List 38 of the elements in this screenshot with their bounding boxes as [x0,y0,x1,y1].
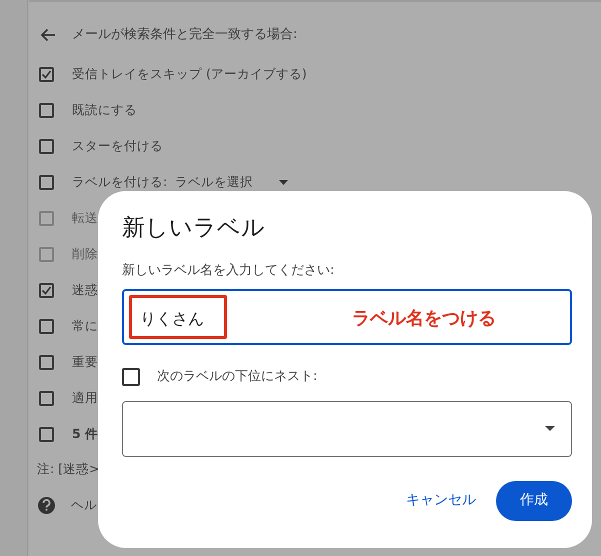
checkbox[interactable] [39,102,54,118]
option-label: 転送 [72,212,98,224]
option-label: ラベルを付ける: [72,176,168,188]
option-label: 迷惑 [72,284,98,296]
checkbox[interactable] [39,66,54,82]
note-text: 注: [迷惑> [37,460,100,478]
back-arrow-icon[interactable] [40,28,56,42]
option-label: 5 件 [72,428,98,440]
checkbox[interactable] [39,426,54,442]
option-label: 重要 [72,356,98,368]
help-icon[interactable] [38,496,55,514]
option-label: スターを付ける [72,140,163,152]
option-label: 受信トレイをスキップ (アーカイブする) [72,68,307,80]
label-name-field[interactable]: りくさん ラベル名をつける [122,289,572,346]
name-input[interactable]: りくさん [138,306,218,332]
checkbox[interactable] [39,282,54,298]
option-label: 適用 [72,392,98,404]
checkbox[interactable] [39,354,54,370]
label-dropdown[interactable]: ラベルを選択 [175,176,288,188]
annotation-text: ラベル名をつける [352,307,496,332]
help-link[interactable]: ヘル [71,496,97,515]
caret-icon [545,426,555,432]
checkbox[interactable] [122,368,140,386]
checkbox[interactable] [39,390,54,406]
parent-label-dropdown[interactable] [122,400,572,457]
dialog-title: 新しいラベル [122,215,266,243]
nest-label: 次のラベルの下位にネスト: [157,368,318,386]
option-label: 削除 [72,248,98,260]
checkbox[interactable] [39,174,54,190]
caret-icon [279,180,288,184]
option-label: 既読にする [72,104,137,116]
filter-header: メールが検索条件と完全一致する場合: [72,26,298,44]
field-prompt: 新しいラベル名を入力してください: [122,262,336,280]
option-label: 常に [72,320,98,332]
create-button[interactable]: 作成 [496,480,572,521]
checkbox[interactable] [39,318,54,334]
cancel-button[interactable]: キャンセル [394,482,488,520]
checkbox[interactable] [39,138,54,154]
